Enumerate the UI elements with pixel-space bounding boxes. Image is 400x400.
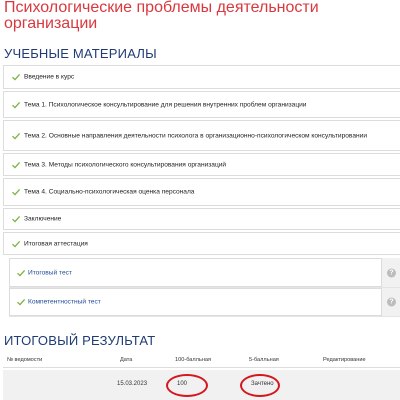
material-item-intro[interactable]: Введение в курс bbox=[3, 65, 400, 89]
material-item-label: Тема 2. Основные направления деятельност… bbox=[24, 132, 368, 139]
check-icon bbox=[12, 132, 21, 140]
score-100-highlight bbox=[166, 374, 208, 397]
material-item-label: Заключение bbox=[24, 215, 62, 223]
material-item-conclusion[interactable]: Заключение bbox=[3, 208, 400, 230]
materials-list: Введение в курс Тема 1. Психологическое … bbox=[3, 65, 400, 290]
check-icon bbox=[12, 101, 21, 109]
competency-test-link[interactable]: Компетентностный тест bbox=[28, 299, 101, 306]
material-item-topic-3[interactable]: Тема 3. Методы психологического консульт… bbox=[3, 153, 400, 176]
material-item-topic-1[interactable]: Тема 1. Психологическое консультирование… bbox=[3, 91, 400, 118]
check-icon bbox=[12, 240, 21, 248]
course-title: Психологические проблемы деятельности ор… bbox=[4, 0, 319, 32]
material-item-topic-2[interactable]: Тема 2. Основные направления деятельност… bbox=[3, 120, 400, 151]
material-item-label: Тема 3. Методы психологического консульт… bbox=[24, 161, 227, 168]
check-icon bbox=[12, 161, 21, 169]
sub-item-competency-test[interactable]: Компетентностный тест ? bbox=[9, 288, 400, 317]
material-item-label: Тема 1. Психологическое консультирование… bbox=[24, 101, 307, 108]
column-header-date: Дата bbox=[120, 357, 133, 363]
column-header-statement: № ведомости bbox=[7, 357, 43, 363]
final-test-link[interactable]: Итоговый тест bbox=[28, 269, 72, 276]
check-icon bbox=[12, 215, 21, 223]
sub-item-final-test[interactable]: Итоговый тест ? bbox=[9, 258, 400, 288]
material-item-label: Введение в курс bbox=[24, 73, 75, 81]
material-item-final-attestation[interactable]: Итоговая аттестация bbox=[3, 232, 400, 255]
score-5-highlight bbox=[240, 374, 280, 397]
cell-date: 15.03.2023 bbox=[117, 381, 148, 387]
material-item-label: Тема 4. Социально-психологическая оценка… bbox=[24, 188, 195, 196]
material-item-topic-4[interactable]: Тема 4. Социально-психологическая оценка… bbox=[3, 178, 400, 206]
result-heading: ИТОГОВЫЙ РЕЗУЛЬТАТ bbox=[4, 333, 156, 348]
check-icon bbox=[17, 269, 26, 277]
column-header-score-100: 100-балльная bbox=[175, 357, 212, 363]
column-header-score-5: 5-балльная bbox=[249, 357, 279, 363]
help-icon[interactable]: ? bbox=[387, 268, 396, 277]
materials-heading: УЧЕБНЫЕ МАТЕРИАЛЫ bbox=[4, 46, 157, 61]
check-icon bbox=[17, 298, 26, 306]
column-header-edit: Редактирование bbox=[323, 357, 366, 363]
check-icon bbox=[12, 73, 21, 81]
material-item-label: Итоговая аттестация bbox=[24, 240, 88, 247]
help-icon[interactable]: ? bbox=[387, 297, 396, 307]
check-icon bbox=[12, 188, 21, 196]
table-header: № ведомости Дата 100-балльная 5-балльная… bbox=[3, 354, 400, 368]
